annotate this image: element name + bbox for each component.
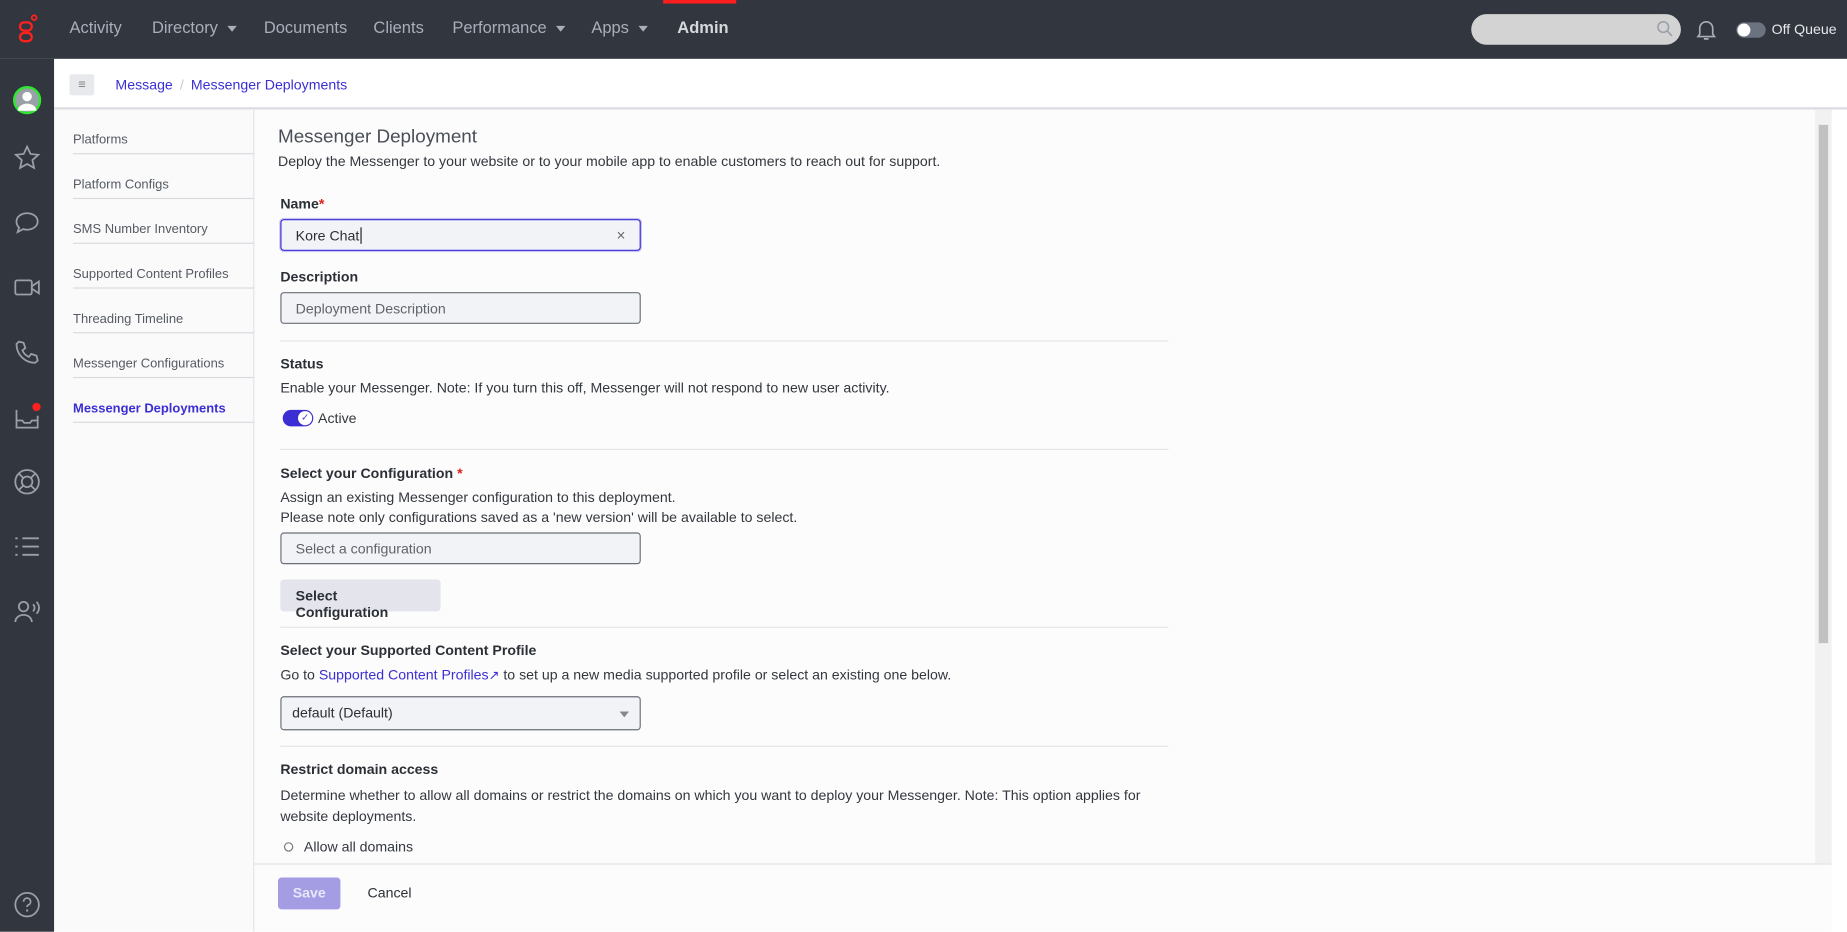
nav-label: Performance — [452, 17, 547, 37]
nav-label: Clients — [373, 17, 424, 37]
configuration-note: Please note only configurations saved as… — [280, 508, 798, 526]
description-input[interactable]: Deployment Description — [280, 292, 641, 324]
nav-documents[interactable]: Documents — [264, 18, 347, 37]
description-placeholder: Deployment Description — [295, 300, 446, 317]
name-input[interactable]: Kore Chat × — [280, 219, 641, 251]
description-label: Description — [280, 268, 359, 286]
select-configuration-button[interactable]: Select Configuration — [280, 579, 441, 621]
top-navigation-bar: Activity Directory Documents Clients Per… — [0, 0, 1847, 59]
cancel-button[interactable]: Cancel — [368, 885, 412, 901]
nav-clients[interactable]: Clients — [373, 18, 423, 37]
domain-access-description: Determine whether to allow all domains o… — [280, 786, 1141, 825]
inbox-icon[interactable] — [13, 402, 41, 431]
page-subtitle: Deploy the Messenger to your website or … — [277, 153, 941, 170]
users-speaking-icon[interactable] — [13, 597, 41, 625]
nav-label: Directory — [151, 17, 218, 37]
video-icon[interactable] — [13, 273, 41, 301]
status-toggle-label: Active — [318, 409, 357, 427]
help-icon[interactable] — [13, 891, 41, 919]
configuration-label: Select your Configuration * — [280, 465, 463, 482]
deployment-form: Messenger Deployment Deploy the Messenge… — [254, 109, 1832, 864]
nav-messenger-configurations[interactable]: Messenger Configurations — [73, 333, 255, 379]
content-profile-value: default (Default) — [292, 704, 393, 721]
divider — [280, 745, 1169, 747]
caret-down-icon — [556, 25, 566, 32]
content-profile-label: Select your Supported Content Profile — [280, 641, 537, 659]
breadcrumb-separator: / — [179, 76, 184, 94]
configuration-placeholder: Select a configuration — [295, 540, 432, 558]
status-description: Enable your Messenger. Note: If you turn… — [280, 379, 890, 396]
divider — [280, 340, 1169, 342]
nav-label: Apps — [591, 17, 629, 37]
content-profile-description: Go to Supported Content Profiles↗ to set… — [280, 666, 952, 684]
dropdown-caret-icon — [619, 711, 630, 718]
supported-content-profiles-link[interactable]: Supported Content Profiles — [319, 667, 489, 683]
queue-toggle[interactable] — [1736, 22, 1766, 38]
form-footer: Save Cancel — [254, 863, 1832, 932]
nav-platforms[interactable]: Platforms — [73, 110, 255, 155]
queue-status-label: Off Queue — [1771, 21, 1837, 38]
user-avatar[interactable] — [12, 85, 42, 115]
divider — [280, 626, 1169, 628]
nav-messenger-deployments[interactable]: Messenger Deployments — [73, 378, 255, 423]
domain-access-label: Restrict domain access — [280, 760, 439, 778]
breadcrumb: Message / Messenger Deployments — [115, 77, 347, 93]
nav-threading-timeline[interactable]: Threading Timeline — [73, 289, 255, 334]
left-rail — [0, 58, 55, 932]
genesys-logo-icon[interactable] — [16, 14, 40, 45]
nav-platform-configs[interactable]: Platform Configs — [73, 154, 255, 200]
nav-admin[interactable]: Admin — [677, 18, 728, 37]
check-icon: ✓ — [298, 411, 313, 426]
nav-label: Documents — [263, 17, 348, 37]
list-icon[interactable] — [13, 532, 41, 560]
chat-icon[interactable] — [13, 208, 41, 236]
divider — [280, 448, 1169, 450]
star-icon[interactable] — [13, 144, 41, 172]
nav-supported-content-profiles[interactable]: Supported Content Profiles — [73, 244, 255, 289]
nav-label: Admin — [677, 17, 729, 37]
active-tab-indicator — [663, 0, 737, 4]
search-input[interactable] — [1471, 14, 1681, 45]
configuration-description: Assign an existing Messenger configurati… — [280, 488, 676, 506]
lifebuoy-icon[interactable] — [13, 468, 41, 496]
nav-performance[interactable]: Performance — [452, 17, 566, 37]
status-label: Status — [280, 355, 324, 373]
nav-sms-number-inventory[interactable]: SMS Number Inventory — [73, 199, 255, 244]
configuration-input[interactable]: Select a configuration — [280, 532, 641, 565]
admin-section-nav: Platforms Platform Configs SMS Number In… — [54, 109, 255, 932]
menu-toggle-button[interactable]: ≡ — [69, 74, 95, 96]
save-button[interactable]: Save — [277, 877, 341, 910]
breadcrumb-message[interactable]: Message — [115, 77, 172, 93]
clear-icon[interactable]: × — [617, 226, 626, 244]
phone-icon[interactable] — [13, 338, 41, 366]
nav-activity[interactable]: Activity — [69, 18, 121, 37]
bell-icon[interactable] — [1696, 19, 1717, 41]
nav-label: Activity — [69, 17, 122, 37]
status-toggle[interactable]: ✓ — [282, 409, 314, 427]
allow-all-domains-radio[interactable] — [283, 842, 294, 852]
caret-down-icon — [227, 25, 237, 32]
scrollbar-thumb[interactable] — [1818, 124, 1829, 644]
search-icon — [1657, 21, 1673, 37]
content-profile-select[interactable]: default (Default) — [280, 696, 641, 731]
external-link-icon[interactable]: ↗ — [489, 669, 500, 683]
name-label: Name* — [280, 195, 325, 213]
caret-down-icon — [638, 25, 648, 32]
breadcrumb-messenger-deployments[interactable]: Messenger Deployments — [191, 77, 347, 93]
name-value: Kore Chat — [295, 227, 360, 244]
breadcrumb-bar: ≡ Message / Messenger Deployments — [54, 58, 1847, 110]
allow-all-domains-label: Allow all domains — [303, 838, 414, 856]
page-title: Messenger Deployment — [277, 127, 478, 148]
nav-directory[interactable]: Directory — [152, 18, 237, 37]
nav-apps[interactable]: Apps — [591, 17, 648, 37]
